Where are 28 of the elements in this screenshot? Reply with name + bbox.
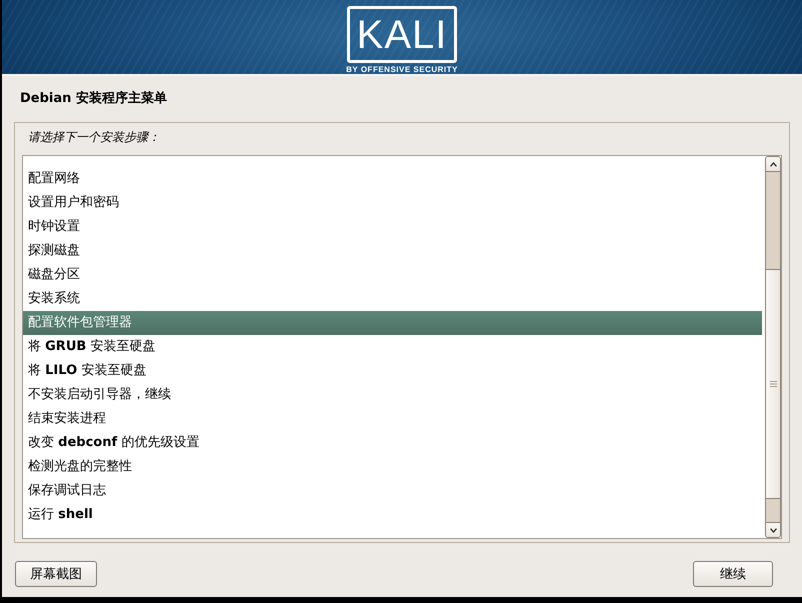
logo-text: KALI xyxy=(356,14,448,56)
prompt-text: 请选择下一个安装步骤： xyxy=(28,129,160,145)
continue-button[interactable]: 继续 xyxy=(693,561,773,587)
menu-item[interactable]: 检测光盘的完整性 xyxy=(23,455,762,479)
scroll-up-button[interactable] xyxy=(766,157,780,172)
menu-item[interactable]: 探测磁盘 xyxy=(23,239,762,263)
menu-item[interactable]: 结束安装进程 xyxy=(23,407,762,431)
menu-item[interactable]: 将 GRUB 安装至硬盘 xyxy=(23,335,762,359)
menu-item[interactable]: 不安装启动引导器，继续 xyxy=(23,383,762,407)
menu-item[interactable]: 配置软件包管理器 xyxy=(23,311,762,335)
logo-tagline: BY OFFENSIVE SECURITY xyxy=(346,65,458,74)
menu-item[interactable]: 时钟设置 xyxy=(23,215,762,239)
menu-item[interactable]: 安装系统 xyxy=(23,287,762,311)
menu-item[interactable]: 配置网络 xyxy=(23,167,762,191)
menu-item[interactable]: 运行 shell xyxy=(23,503,762,527)
screenshot-button[interactable]: 屏幕截图 xyxy=(15,561,97,587)
menu-item[interactable]: 保存调试日志 xyxy=(23,479,762,503)
scrollbar-thumb[interactable] xyxy=(766,269,780,499)
scrollbar-track[interactable] xyxy=(765,156,781,538)
caret-up-icon xyxy=(770,162,776,166)
caret-down-icon xyxy=(770,528,776,532)
menu-item[interactable]: 改变 debconf 的优先级设置 xyxy=(23,431,762,455)
menu-item[interactable]: 设置用户和密码 xyxy=(23,191,762,215)
menu-item[interactable]: 磁盘分区 xyxy=(23,263,762,287)
scroll-down-button[interactable] xyxy=(766,522,780,537)
dialog-title: Debian 安装程序主菜单 xyxy=(20,90,167,108)
menu-item[interactable]: 将 LILO 安装至硬盘 xyxy=(23,359,762,383)
grip-icon xyxy=(770,381,776,387)
